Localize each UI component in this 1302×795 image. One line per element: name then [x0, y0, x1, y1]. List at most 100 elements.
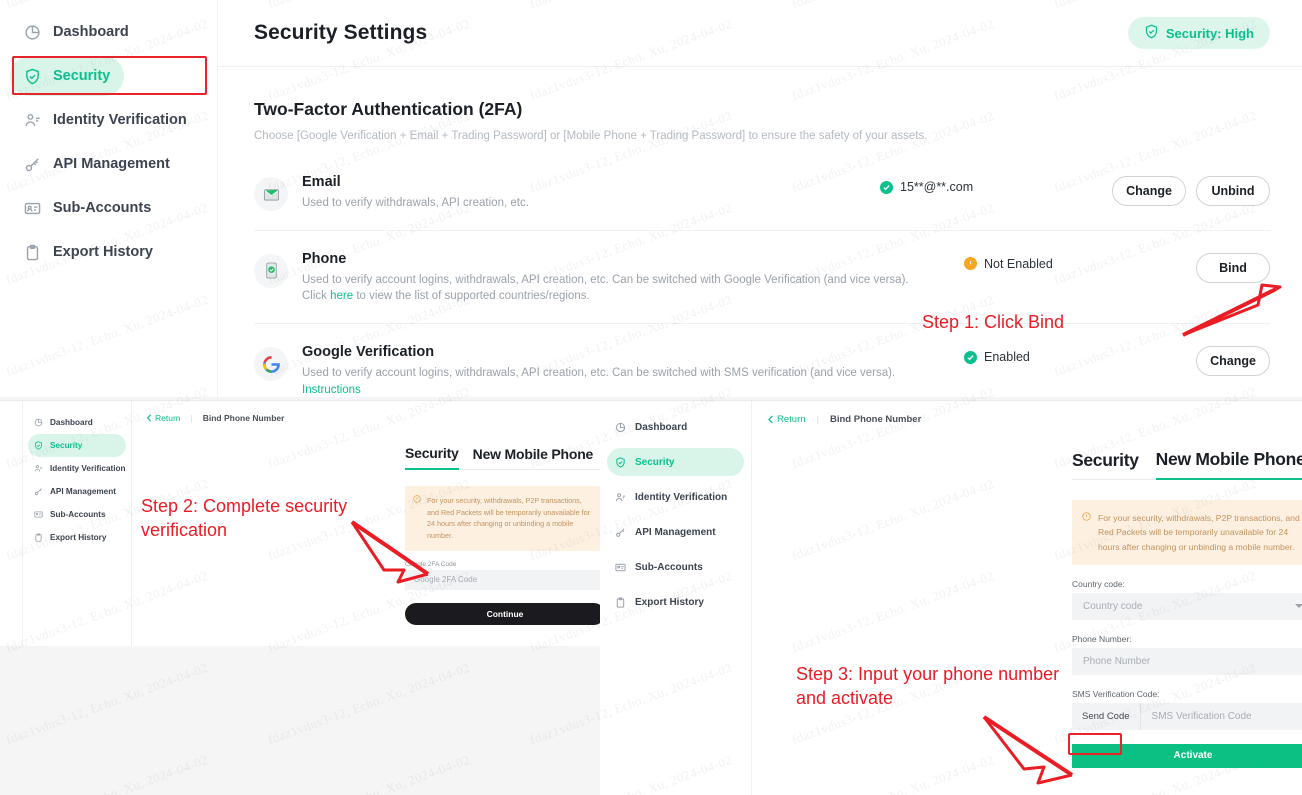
return-link[interactable]: Return [767, 414, 806, 425]
sidebar-item-sub-accounts[interactable]: Sub-Accounts [10, 188, 165, 228]
sidebar-item-label: Sub-Accounts [50, 510, 106, 519]
form-tabs: Security New Mobile Phone [405, 445, 605, 470]
watermark-text: fdaz1vdus3-12, Echo. Xu, 2024-04-02 [266, 752, 473, 795]
breadcrumb-divider: | [190, 413, 193, 423]
phone-number-input[interactable]: Phone Number [1072, 647, 1302, 675]
breadcrumb: Return | Bind Phone Number [132, 401, 612, 423]
return-link[interactable]: Return [146, 413, 181, 423]
breadcrumb: Return | Bind Phone Number [752, 401, 1302, 425]
row-status: Not Enabled [964, 251, 1196, 271]
return-label: Return [155, 413, 181, 423]
row-actions: Bind [1196, 251, 1270, 283]
sidebar-item-label: Identity Verification [50, 464, 126, 473]
tab-security[interactable]: Security [1072, 450, 1139, 479]
change-google-button[interactable]: Change [1196, 346, 1270, 377]
twofa-section: Two-Factor Authentication (2FA) Choose [… [218, 67, 1302, 397]
key-icon [615, 527, 626, 538]
sidebar-item-label: Export History [635, 596, 704, 608]
row-name: Google Verification [302, 344, 435, 361]
sidebar-item-sub-accounts[interactable]: Sub-Accounts [28, 503, 126, 526]
user-check-icon [34, 464, 43, 473]
row-desc-line1: Used to verify account logins, withdrawa… [302, 367, 896, 380]
sidebar-item-export-history[interactable]: Export History [607, 588, 744, 616]
sidebar-mid: Dashboard Security Identity Verification… [22, 401, 132, 646]
security-settings-panel: Dashboard Security Identity Verification… [0, 0, 1302, 397]
return-label: Return [777, 414, 806, 425]
row-desc: Used to verify account logins, withdrawa… [302, 272, 952, 305]
security-notice: For your security, withdrawals, P2P tran… [1072, 500, 1302, 565]
continue-button[interactable]: Continue [405, 602, 605, 625]
sidebar-item-label: Identity Verification [635, 491, 728, 503]
row-status-text: 15**@**.com [900, 180, 974, 194]
unbind-email-button[interactable]: Unbind [1196, 176, 1270, 206]
tab-new-mobile-phone[interactable]: New Mobile Phone [1155, 449, 1302, 480]
change-email-button[interactable]: Change [1112, 176, 1186, 206]
breadcrumb-current: Bind Phone Number [829, 414, 922, 425]
sidebar-item-identity-verification[interactable]: Identity Verification [607, 483, 744, 511]
twofa-row-google: Google Verification Used to verify accou… [254, 324, 1270, 397]
security-notice: For your security, withdrawals, P2P tran… [405, 486, 605, 551]
page-header: Security Settings Security: High [218, 0, 1302, 67]
supported-countries-link[interactable]: here [330, 290, 353, 302]
row-name: Phone [302, 250, 347, 267]
google-2fa-label: Google 2FA Code [405, 560, 457, 568]
new-mobile-phone-form: Security New Mobile Phone For your secur… [1072, 449, 1302, 768]
annotation-step-2: Step 2: Complete security verification [141, 496, 348, 541]
row-desc: Used to verify withdrawals, API creation… [302, 197, 529, 209]
google-icon [254, 347, 288, 382]
row-status: 15**@**.com [880, 174, 1112, 194]
sidebar-item-identity-verification[interactable]: Identity Verification [10, 100, 201, 140]
bind-phone-new-mobile-panel: Dashboard Security Identity Verification… [600, 400, 1302, 795]
breadcrumb-current: Bind Phone Number [202, 413, 285, 423]
sidebar-item-label: API Management [53, 156, 170, 172]
sidebar-item-dashboard[interactable]: Dashboard [10, 12, 143, 52]
sidebar-item-security[interactable]: Security [607, 448, 744, 476]
sms-code-row: Send Code SMS Verification Code [1072, 702, 1302, 730]
watermark-text: fdaz1vdus3-12, Echo. Xu, 2024-04-02 [4, 752, 211, 795]
sidebar-item-api-management[interactable]: API Management [28, 480, 126, 503]
users-card-icon [615, 562, 626, 573]
sidebar-item-security[interactable]: Security [10, 56, 125, 96]
bind-phone-button[interactable]: Bind [1196, 252, 1270, 283]
bind-phone-main-right: Return | Bind Phone Number Security New … [752, 401, 1302, 795]
shield-check-icon [1144, 24, 1159, 42]
row-desc-pre: Click [302, 290, 331, 303]
sidebar-item-export-history[interactable]: Export History [10, 232, 167, 272]
sidebar-item-label: Dashboard [53, 24, 129, 40]
tab-new-mobile-phone[interactable]: New Mobile Phone [473, 446, 594, 469]
check-circle-icon [964, 350, 977, 364]
sidebar-item-dashboard[interactable]: Dashboard [28, 411, 126, 434]
sidebar-item-api-management[interactable]: API Management [10, 144, 184, 184]
sidebar-item-api-management[interactable]: API Management [607, 518, 744, 546]
annotation-step-1: Step 1: Click Bind [922, 312, 1065, 332]
sidebar-item-export-history[interactable]: Export History [28, 526, 126, 549]
warning-circle-icon [964, 257, 977, 271]
country-code-label: Country code: [1072, 578, 1125, 589]
instructions-link[interactable]: Instructions [302, 384, 361, 396]
clipboard-icon [24, 244, 41, 261]
shield-check-icon [34, 441, 43, 450]
country-code-value: Country code [1083, 600, 1143, 612]
sidebar-item-identity-verification[interactable]: Identity Verification [28, 457, 126, 480]
annotation-step-3: Step 3: Input your phone number and acti… [796, 664, 1060, 709]
row-desc-post: to view the list of supported countries/… [353, 290, 590, 303]
row-status-text: Enabled [984, 350, 1030, 365]
sidebar-item-security[interactable]: Security [28, 434, 126, 457]
sms-code-input[interactable]: SMS Verification Code [1141, 711, 1302, 722]
pie-chart-icon [24, 24, 41, 41]
phone-number-value: Phone Number [1083, 655, 1151, 667]
user-check-icon [615, 492, 626, 503]
chevron-left-icon [146, 414, 152, 422]
sidebar-item-sub-accounts[interactable]: Sub-Accounts [607, 553, 744, 581]
send-code-button[interactable]: Send Code [1072, 702, 1141, 730]
breadcrumb-divider: | [816, 414, 819, 425]
clipboard-icon [615, 596, 626, 608]
country-code-select[interactable]: Country code [1072, 592, 1302, 620]
google-2fa-input[interactable]: Google 2FA Code [405, 569, 605, 590]
twofa-title: Two-Factor Authentication (2FA) [254, 99, 523, 119]
sidebar-item-dashboard[interactable]: Dashboard [607, 413, 744, 441]
sidebar-item-label: API Management [635, 526, 716, 538]
info-circle-icon [1082, 511, 1091, 521]
tab-security[interactable]: Security [405, 445, 459, 470]
activate-button[interactable]: Activate [1072, 743, 1302, 768]
